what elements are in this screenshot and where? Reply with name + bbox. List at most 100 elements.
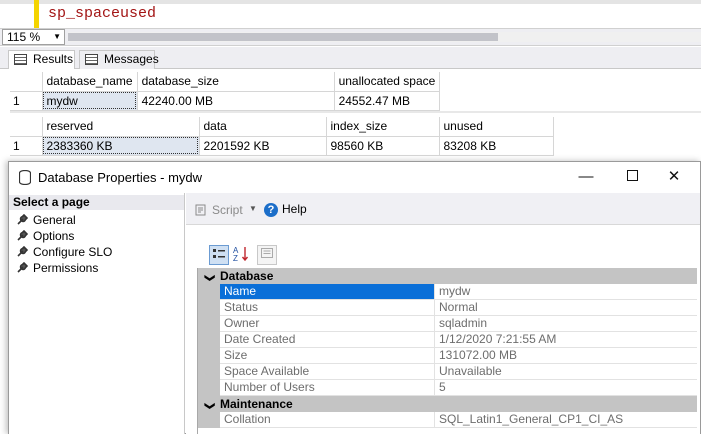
property-row[interactable]: Number of Users 5 [198, 380, 697, 396]
dialog-title-bar[interactable]: Database Properties - mydw — ✕ [9, 162, 700, 193]
scrollbar-thumb[interactable] [68, 33, 498, 41]
table-row: 1 mydw 42240.00 MB 24552.47 MB [10, 91, 441, 111]
grid-cell[interactable]: 2201592 KB [199, 136, 327, 156]
column-header[interactable]: unused [439, 117, 554, 137]
property-grid-toolbar: AZ [199, 243, 279, 267]
horizontal-scrollbar[interactable] [68, 32, 701, 42]
grid-header-row: database_name database_size unallocated … [10, 72, 441, 92]
property-row[interactable]: Space Available Unavailable [198, 364, 697, 380]
property-row[interactable]: Date Created 1/12/2020 7:21:55 AM [198, 332, 697, 348]
property-row[interactable]: Owner sqladmin [198, 316, 697, 332]
grid-header-row: reserved data index_size unused [10, 117, 554, 137]
row-header-corner [10, 117, 43, 137]
row-gutter [198, 364, 220, 380]
result-grid-1: database_name database_size unallocated … [10, 72, 441, 111]
svg-text:Z: Z [233, 254, 238, 263]
grid-cell[interactable]: 42240.00 MB [137, 91, 335, 111]
property-value[interactable]: Unavailable [435, 364, 697, 380]
column-header[interactable]: index_size [326, 117, 440, 137]
grid-cell[interactable]: 83208 KB [439, 136, 554, 156]
property-value[interactable]: mydw [435, 284, 697, 300]
tab-messages[interactable]: Messages [79, 50, 159, 69]
grid-icon [14, 54, 27, 65]
page-item-label: General [33, 213, 76, 227]
category-database[interactable]: ❯ Database [198, 268, 697, 284]
row-gutter [198, 332, 220, 348]
column-header[interactable]: database_size [137, 72, 335, 92]
select-page-heading: Select a page [9, 195, 184, 210]
property-key[interactable]: Collation [220, 412, 435, 428]
property-row[interactable]: Status Normal [198, 300, 697, 316]
property-key[interactable]: Number of Users [220, 380, 435, 396]
property-pages-button[interactable] [257, 245, 277, 265]
property-pages-icon [261, 248, 273, 258]
zoom-bar: 115 % ▼ [0, 28, 701, 46]
minimize-icon: — [578, 168, 594, 185]
column-header[interactable]: data [199, 117, 327, 137]
categorized-icon [213, 249, 225, 258]
column-header[interactable]: unallocated space [334, 72, 441, 92]
script-button[interactable]: Script [195, 203, 243, 217]
minimize-button[interactable]: — [571, 166, 601, 188]
property-key[interactable]: Size [220, 348, 435, 364]
maximize-button[interactable] [617, 166, 647, 188]
row-number[interactable]: 1 [10, 136, 43, 156]
help-label: Help [282, 202, 307, 216]
property-value[interactable]: SQL_Latin1_General_CP1_CI_AS [435, 412, 697, 428]
grid-cell[interactable]: 24552.47 MB [334, 91, 441, 111]
property-value[interactable]: 131072.00 MB [435, 348, 697, 364]
close-button[interactable]: ✕ [659, 166, 689, 188]
sort-alphabetical-icon: AZ [233, 246, 249, 263]
wrench-icon [17, 214, 28, 225]
grid-cell[interactable]: 98560 KB [326, 136, 440, 156]
column-header[interactable]: database_name [42, 72, 138, 92]
grid-cell[interactable]: 2383360 KB [42, 136, 200, 156]
property-value[interactable]: Normal [435, 300, 697, 316]
dialog-title: Database Properties - mydw [38, 170, 203, 185]
property-value[interactable]: 1/12/2020 7:21:55 AM [435, 332, 697, 348]
database-icon [19, 170, 31, 185]
column-header[interactable]: reserved [42, 117, 200, 137]
property-key[interactable]: Status [220, 300, 435, 316]
property-row[interactable]: Collation SQL_Latin1_General_CP1_CI_AS [198, 412, 697, 428]
general-page-content: Script ▼ ? Help AZ ❯ Database Name mydw … [186, 193, 700, 434]
result-tabs: Results Messages [0, 47, 701, 69]
page-item-configure-slo[interactable]: Configure SLO [17, 245, 112, 259]
property-row[interactable]: Name mydw [198, 284, 697, 300]
category-label: Maintenance [220, 397, 293, 411]
property-key[interactable]: Space Available [220, 364, 435, 380]
editor-top-strip [0, 0, 701, 4]
chevron-down-icon[interactable]: ▼ [249, 204, 257, 213]
alphabetical-view-button[interactable]: AZ [231, 245, 251, 265]
editor-code-line[interactable]: sp_spaceused [48, 5, 156, 22]
category-maintenance[interactable]: ❯ Maintenance [198, 396, 697, 412]
property-key[interactable]: Owner [220, 316, 435, 332]
query-editor[interactable]: sp_spaceused [0, 0, 701, 30]
property-key[interactable]: Date Created [220, 332, 435, 348]
row-header-corner [10, 72, 43, 92]
tab-results[interactable]: Results [8, 50, 75, 69]
help-button[interactable]: ? Help [264, 202, 307, 217]
row-number[interactable]: 1 [10, 91, 43, 111]
zoom-select[interactable]: 115 % ▼ [2, 29, 65, 45]
categorized-view-button[interactable] [209, 245, 229, 265]
row-gutter [198, 412, 220, 428]
script-label: Script [212, 203, 243, 217]
close-icon: ✕ [667, 168, 681, 185]
page-item-permissions[interactable]: Permissions [17, 261, 98, 275]
dialog-toolbar: Script ▼ ? Help [186, 193, 700, 225]
property-value[interactable]: sqladmin [435, 316, 697, 332]
property-value[interactable]: 5 [435, 380, 697, 396]
editor-change-marker [34, 0, 39, 28]
wrench-icon [17, 246, 28, 257]
grid-separator [10, 111, 701, 113]
property-key[interactable]: Name [220, 284, 435, 300]
property-row[interactable]: Size 131072.00 MB [198, 348, 697, 364]
tab-results-label: Results [33, 52, 74, 66]
page-item-options[interactable]: Options [17, 229, 74, 243]
table-row: 1 2383360 KB 2201592 KB 98560 KB 83208 K… [10, 136, 554, 156]
page-item-general[interactable]: General [17, 213, 76, 227]
result-grid-2: reserved data index_size unused 1 238336… [10, 117, 554, 156]
grid-cell[interactable]: mydw [42, 91, 138, 111]
help-icon: ? [264, 203, 278, 217]
